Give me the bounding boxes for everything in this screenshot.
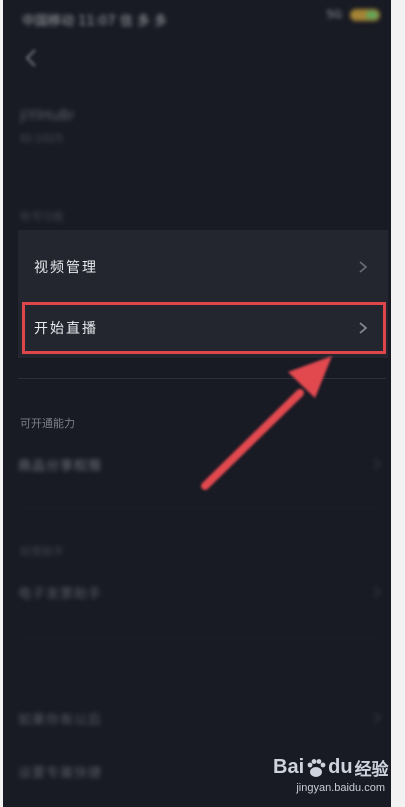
status-left-text: 中国移动 11:07 信 多 多	[22, 14, 167, 29]
settings-row-video-manage[interactable]: 视频管理	[18, 241, 388, 293]
section-label-abilities: 可开通能力	[20, 417, 75, 430]
row-label: 商品分享权限	[18, 458, 103, 474]
paw-icon	[307, 758, 326, 777]
row-label: 电子发票助手	[18, 586, 103, 602]
account-subtitle: ID:1025	[20, 132, 64, 145]
watermark-brand: Bai	[273, 756, 305, 778]
settings-row-invoice[interactable]: 电子发票助手	[18, 572, 388, 612]
divider	[18, 508, 386, 509]
divider	[18, 638, 386, 639]
battery-icon	[350, 8, 380, 21]
highlight-box	[22, 302, 386, 354]
chevron-left-icon	[25, 49, 36, 67]
phone-screen: 中国移动 11:07 信 多 多 5G jiYiHuBr ID:1025 账号功…	[0, 0, 405, 807]
status-right: 5G	[326, 8, 380, 21]
section-label-assistant: 经营助手	[20, 545, 64, 558]
settings-row-product-share[interactable]: 商品分享权限	[18, 444, 388, 484]
watermark-logo: Bai du 经验	[273, 755, 389, 780]
row-label: 设置专属快捷	[18, 765, 103, 781]
signal-text: 5G	[326, 8, 342, 21]
watermark-url: jingyan.baidu.com	[296, 782, 385, 794]
screenshot-frame-left	[0, 0, 3, 807]
chevron-right-icon	[372, 585, 382, 599]
account-title: jiYiHuBr	[20, 108, 75, 124]
status-bar: 中国移动 11:07 信 多 多 5G	[14, 6, 390, 30]
screenshot-frame-right	[391, 0, 405, 807]
chevron-right-icon	[372, 457, 382, 471]
chevron-right-icon	[372, 711, 382, 725]
divider	[18, 378, 386, 379]
watermark-brand-cn: 经验	[354, 760, 389, 779]
baidu-watermark: Bai du 经验 jingyan.baidu.com	[261, 755, 391, 801]
chevron-right-icon	[358, 260, 368, 274]
watermark-brand-suffix: du	[328, 756, 353, 778]
back-button[interactable]	[18, 44, 46, 72]
row-label: 视频管理	[34, 260, 98, 276]
row-label: 如果你有以后	[18, 712, 103, 728]
section-label-account: 账号功能	[20, 210, 64, 223]
settings-row-other-1[interactable]: 如果你有以后	[18, 698, 388, 738]
